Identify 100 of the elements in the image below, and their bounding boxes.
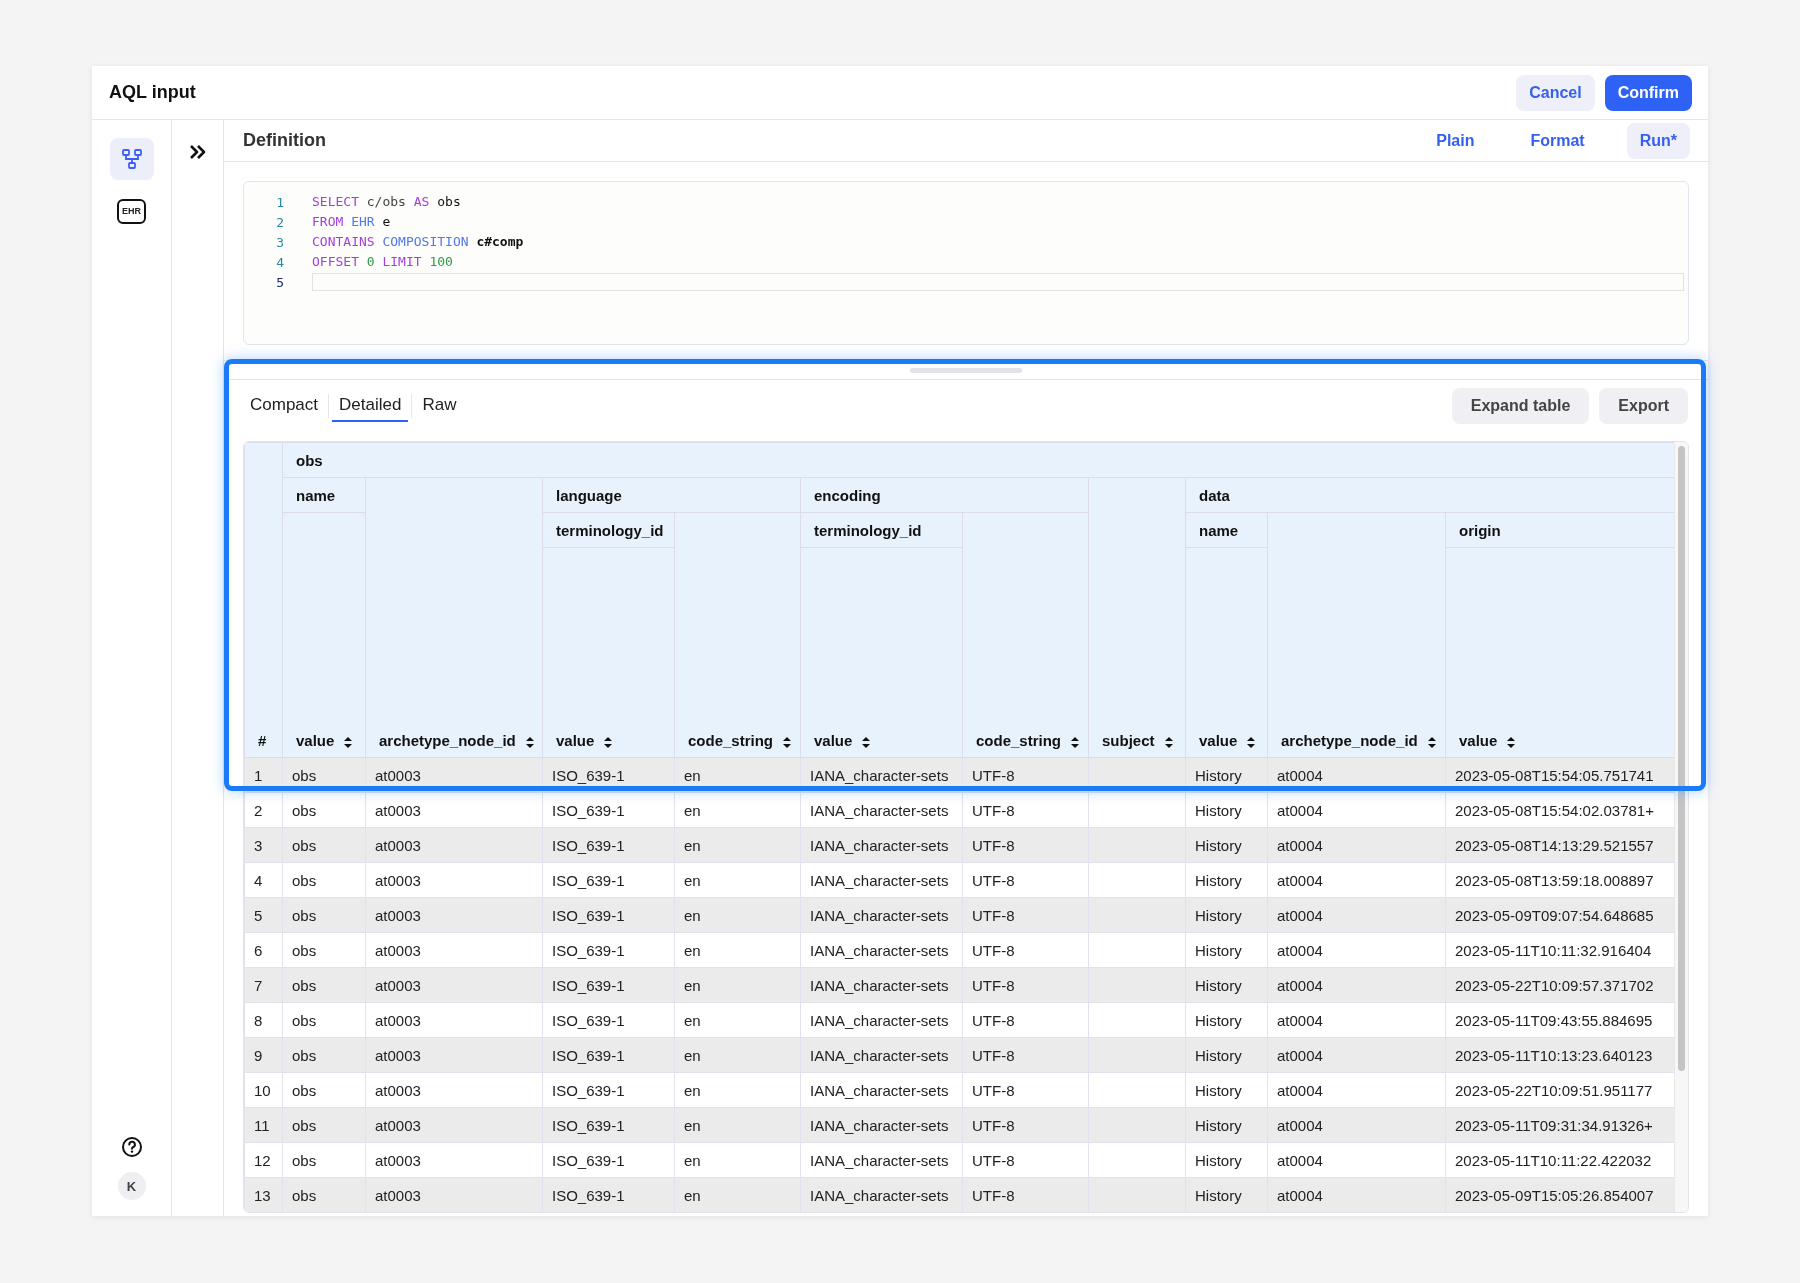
table-cell: 12 — [244, 1142, 283, 1178]
table-cell: History — [1185, 1142, 1268, 1178]
table-cell: at0004 — [1267, 1107, 1446, 1143]
column-group-header: language — [542, 477, 801, 513]
confirm-button[interactable]: Confirm — [1604, 74, 1692, 111]
dialog-title: AQL input — [109, 82, 196, 103]
table-cell: 2023-05-22T10:09:57.371702 — [1445, 967, 1677, 1003]
table-action-button[interactable]: Expand table — [1451, 388, 1590, 424]
sort-icon — [1427, 736, 1436, 748]
table-cell: IANA_character-sets — [800, 862, 963, 898]
column-header[interactable]: subject — [1088, 477, 1186, 758]
table-cell: ISO_639-1 — [542, 1177, 675, 1212]
table-cell: 9 — [244, 1037, 283, 1073]
code-editor[interactable]: 1 SELECT c/obs AS obs 2 FROM EHR e 3 CONTAINS COMPOSITION c#comp 4 OFFSET 0 LIMIT 100 5 — [243, 181, 1689, 345]
help-icon[interactable] — [120, 1136, 143, 1158]
column-header[interactable]: value — [542, 547, 675, 758]
table-cell: IANA_character-sets — [800, 967, 963, 1003]
table-cell: at0004 — [1267, 792, 1446, 828]
column-group-header: data — [1185, 477, 1677, 513]
table-cell: en — [674, 967, 801, 1003]
table-cell: en — [674, 827, 801, 863]
view-tab[interactable]: Compact — [243, 390, 326, 422]
column-header[interactable]: value — [282, 512, 366, 758]
table-cell: at0003 — [365, 862, 543, 898]
code-text: FROM EHR e — [312, 213, 391, 231]
table-cell: obs — [282, 967, 366, 1003]
resize-handle[interactable] — [910, 367, 1022, 373]
table-cell: at0004 — [1267, 862, 1446, 898]
sort-icon — [604, 736, 613, 748]
table-cell: ISO_639-1 — [542, 862, 675, 898]
table-cell: at0004 — [1267, 897, 1446, 933]
ehr-tool[interactable]: EHR — [109, 190, 154, 232]
table-cell: obs — [282, 897, 366, 933]
view-tab[interactable]: Detailed — [332, 390, 409, 422]
table-cell: 2023-05-08T14:13:29.521557 — [1445, 827, 1677, 863]
table-cell: IANA_character-sets — [800, 827, 963, 863]
column-header: # — [244, 442, 283, 758]
user-avatar[interactable]: K — [117, 1172, 146, 1200]
table-cell: at0004 — [1267, 1177, 1446, 1212]
table-cell: obs — [282, 792, 366, 828]
column-group-header: obs — [282, 442, 1677, 478]
table-cell: en — [674, 1037, 801, 1073]
table-cell: ISO_639-1 — [542, 827, 675, 863]
expand-icon[interactable] — [188, 144, 207, 160]
table-cell: ISO_639-1 — [542, 897, 675, 933]
table-cell: at0003 — [365, 827, 543, 863]
view-tab[interactable]: Raw — [415, 390, 464, 422]
table-cell: History — [1185, 1002, 1268, 1038]
table-cell: 2023-05-22T10:09:51.951177 — [1445, 1072, 1677, 1108]
table-cell: UTF-8 — [962, 1142, 1089, 1178]
table-action-button[interactable]: Export — [1599, 388, 1688, 424]
table-cell: at0004 — [1267, 1142, 1446, 1178]
toolbar-button[interactable]: Run* — [1626, 122, 1690, 159]
table-cell: ISO_639-1 — [542, 1142, 675, 1178]
table-cell: 2023-05-11T09:31:34.91326+ — [1445, 1107, 1677, 1143]
table-cell: en — [674, 1002, 801, 1038]
structure-tool[interactable] — [109, 138, 154, 180]
table-cell: 2023-05-11T10:11:22.422032 — [1445, 1142, 1677, 1178]
table-cell: ISO_639-1 — [542, 1002, 675, 1038]
table-cell: IANA_character-sets — [800, 897, 963, 933]
column-header[interactable]: value — [800, 547, 963, 758]
toolbar-button[interactable]: Format — [1516, 122, 1599, 159]
column-header[interactable]: value — [1185, 547, 1268, 758]
table-cell: History — [1185, 967, 1268, 1003]
line-number: 5 — [275, 274, 284, 290]
table-cell: at0004 — [1267, 1002, 1446, 1038]
toolbar-button[interactable]: Plain — [1422, 122, 1489, 159]
table-cell: 3 — [244, 827, 283, 863]
table-cell: at0003 — [365, 1107, 543, 1143]
scrollbar-thumb[interactable] — [1678, 446, 1685, 1071]
table-cell: 2023-05-11T10:11:32.916404 — [1445, 932, 1677, 968]
table-cell: ISO_639-1 — [542, 967, 675, 1003]
table-cell: UTF-8 — [962, 1037, 1089, 1073]
column-header[interactable]: archetype_node_id — [365, 477, 543, 758]
column-header[interactable]: code_string — [962, 512, 1089, 758]
table-cell: 2023-05-09T15:05:26.854007 — [1445, 1177, 1677, 1212]
table-cell: en — [674, 1107, 801, 1143]
table-cell: ISO_639-1 — [542, 1107, 675, 1143]
column-header[interactable]: code_string — [674, 512, 801, 758]
table-cell: IANA_character-sets — [800, 1142, 963, 1178]
table-cell: at0004 — [1267, 1037, 1446, 1073]
table-cell: at0003 — [365, 1002, 543, 1038]
column-header[interactable]: archetype_node_id — [1267, 512, 1446, 758]
table-cell: obs — [282, 1107, 366, 1143]
table-cell: ISO_639-1 — [542, 1037, 675, 1073]
table-cell: 8 — [244, 1002, 283, 1038]
table-cell: IANA_character-sets — [800, 1107, 963, 1143]
sort-icon — [1247, 736, 1256, 748]
column-header[interactable]: value — [1445, 547, 1677, 758]
table-cell: at0004 — [1267, 967, 1446, 1003]
sort-icon — [783, 736, 792, 748]
table-cell: IANA_character-sets — [800, 1037, 963, 1073]
table-cell: 2023-05-11T10:13:23.640123 — [1445, 1037, 1677, 1073]
table-cell: UTF-8 — [962, 1002, 1089, 1038]
cancel-button[interactable]: Cancel — [1516, 74, 1595, 111]
table-cell: at0003 — [365, 1037, 543, 1073]
table-cell: en — [674, 932, 801, 968]
sort-icon — [344, 736, 353, 748]
column-group-header: encoding — [800, 477, 1089, 513]
table-cell: UTF-8 — [962, 1072, 1089, 1108]
